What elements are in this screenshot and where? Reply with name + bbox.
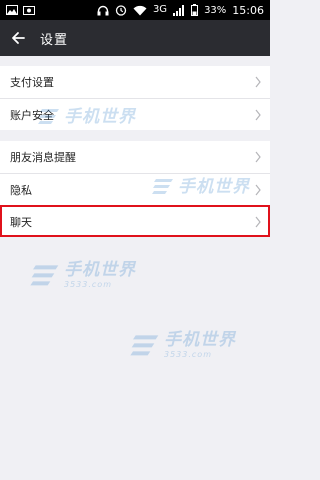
chevron-right-icon (255, 109, 261, 120)
watermark-text: 手机世界 (164, 330, 236, 350)
signal-icon (173, 4, 185, 16)
headphones-icon (97, 5, 109, 15)
app-bar: 设置 (0, 20, 270, 56)
alarm-icon (115, 5, 127, 16)
chevron-right-icon (255, 151, 261, 163)
battery-icon (191, 4, 199, 16)
settings-item-privacy[interactable]: 隐私 (0, 173, 270, 205)
settings-item-label: 聊天 (10, 215, 32, 229)
watermark-logo-icon (130, 334, 159, 355)
settings-item-label: 朋友消息提醒 (10, 151, 76, 164)
battery-percent: 33% (204, 4, 227, 16)
wifi-icon (133, 5, 147, 15)
settings-item-friend-notifications[interactable]: 朋友消息提醒 (0, 141, 270, 173)
watermark-logo: 手机世界 3533.com (130, 332, 236, 359)
watermark-text: 手机世界 (64, 260, 136, 280)
chevron-right-icon (255, 216, 261, 227)
clock: 15:06 (232, 3, 264, 17)
watermark-logo-icon (30, 264, 59, 285)
watermark-url: 3533.com (64, 280, 112, 289)
signal-type-label: 3G (152, 4, 168, 15)
status-bar: 3G 33% 15:06 (0, 0, 270, 20)
back-arrow-icon (12, 32, 25, 44)
page-title: 设置 (40, 32, 69, 48)
photo-icon (23, 6, 35, 15)
watermark-logo: 手机世界 3533.com (30, 262, 136, 289)
settings-group-payment: 支付设置 账户安全 (0, 66, 270, 130)
chevron-right-icon (255, 184, 261, 195)
chevron-right-icon (255, 76, 261, 88)
settings-item-label: 隐私 (10, 183, 32, 197)
back-button[interactable] (0, 20, 36, 56)
settings-item-payment[interactable]: 支付设置 (0, 66, 270, 98)
settings-item-account-security[interactable]: 账户安全 (0, 98, 270, 130)
settings-item-label: 支付设置 (10, 76, 54, 89)
settings-group-social: 朋友消息提醒 隐私 聊天 (0, 141, 270, 237)
settings-item-chat[interactable]: 聊天 (0, 205, 270, 237)
image-icon (6, 5, 18, 15)
settings-item-label: 账户安全 (10, 108, 54, 122)
watermark-url: 3533.com (164, 350, 212, 359)
